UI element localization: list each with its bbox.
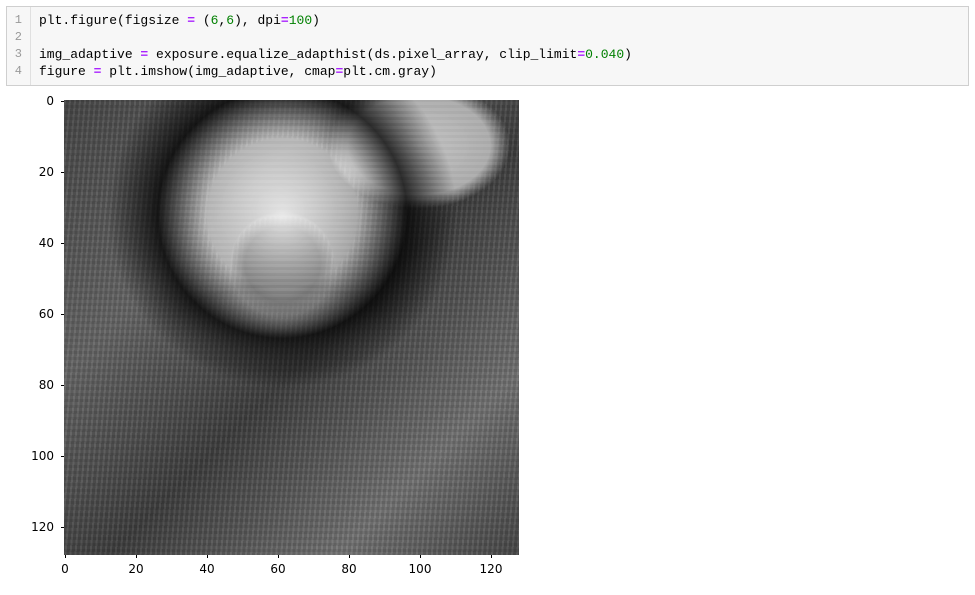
plot-image [64, 100, 519, 555]
code-body[interactable]: plt.figure(figsize = (6,6), dpi=100) img… [31, 7, 968, 85]
y-tick-label: 20 [39, 165, 54, 179]
y-tick-mark [61, 385, 64, 386]
code-token: ( [195, 13, 211, 28]
code-token: .figure(figsize [62, 13, 187, 28]
code-token: 6 [226, 13, 234, 28]
code-token: ), dpi [234, 13, 281, 28]
code-token: ) [312, 13, 320, 28]
code-token: = [577, 47, 585, 62]
code-token: plt [39, 13, 62, 28]
output-area: 0 20 40 60 80 100 120 0 20 40 60 80 100 … [12, 94, 969, 589]
code-token: 100 [289, 13, 312, 28]
x-tick-mark [136, 555, 137, 558]
x-tick-label: 60 [270, 562, 285, 576]
x-tick-mark [349, 555, 350, 558]
x-tick-mark [278, 555, 279, 558]
x-tick-label: 100 [409, 562, 432, 576]
code-token: exposure.equalize_adapthist(ds.pixel_arr… [148, 47, 577, 62]
line-number: 4 [13, 63, 22, 80]
x-tick-mark [65, 555, 66, 558]
code-token: img_adaptive [39, 47, 140, 62]
line-number: 2 [13, 29, 22, 46]
x-tick-label: 0 [61, 562, 69, 576]
y-tick-label: 0 [46, 94, 54, 108]
y-tick-mark [61, 527, 64, 528]
code-token: = [187, 13, 195, 28]
line-number: 1 [13, 12, 22, 29]
y-tick-label: 100 [31, 449, 54, 463]
code-token: 0.040 [585, 47, 624, 62]
y-tick-label: 120 [31, 520, 54, 534]
y-tick-label: 60 [39, 307, 54, 321]
x-tick-label: 20 [128, 562, 143, 576]
matplotlib-figure: 0 20 40 60 80 100 120 0 20 40 60 80 100 … [12, 94, 532, 589]
x-tick-label: 80 [341, 562, 356, 576]
code-token: ) [624, 47, 632, 62]
x-tick-label: 120 [480, 562, 503, 576]
code-token: plt.cm.gray) [343, 64, 437, 79]
x-tick-mark [420, 555, 421, 558]
y-tick-mark [61, 314, 64, 315]
x-axis-ticks: 0 20 40 60 80 100 120 [64, 558, 519, 578]
code-token: figure [39, 64, 94, 79]
y-tick-mark [61, 243, 64, 244]
y-tick-label: 80 [39, 378, 54, 392]
line-number-gutter: 1 2 3 4 [7, 7, 31, 85]
y-tick-label: 40 [39, 236, 54, 250]
x-tick-mark [491, 555, 492, 558]
y-tick-mark [61, 172, 64, 173]
line-number: 3 [13, 46, 22, 63]
y-axis-ticks: 0 20 40 60 80 100 120 [12, 100, 60, 555]
x-tick-mark [207, 555, 208, 558]
x-tick-label: 40 [199, 562, 214, 576]
code-token: plt.imshow(img_adaptive, cmap [101, 64, 335, 79]
y-tick-mark [61, 101, 64, 102]
y-tick-mark [61, 456, 64, 457]
code-cell: 1 2 3 4 plt.figure(figsize = (6,6), dpi=… [6, 6, 969, 86]
code-token: = [281, 13, 289, 28]
